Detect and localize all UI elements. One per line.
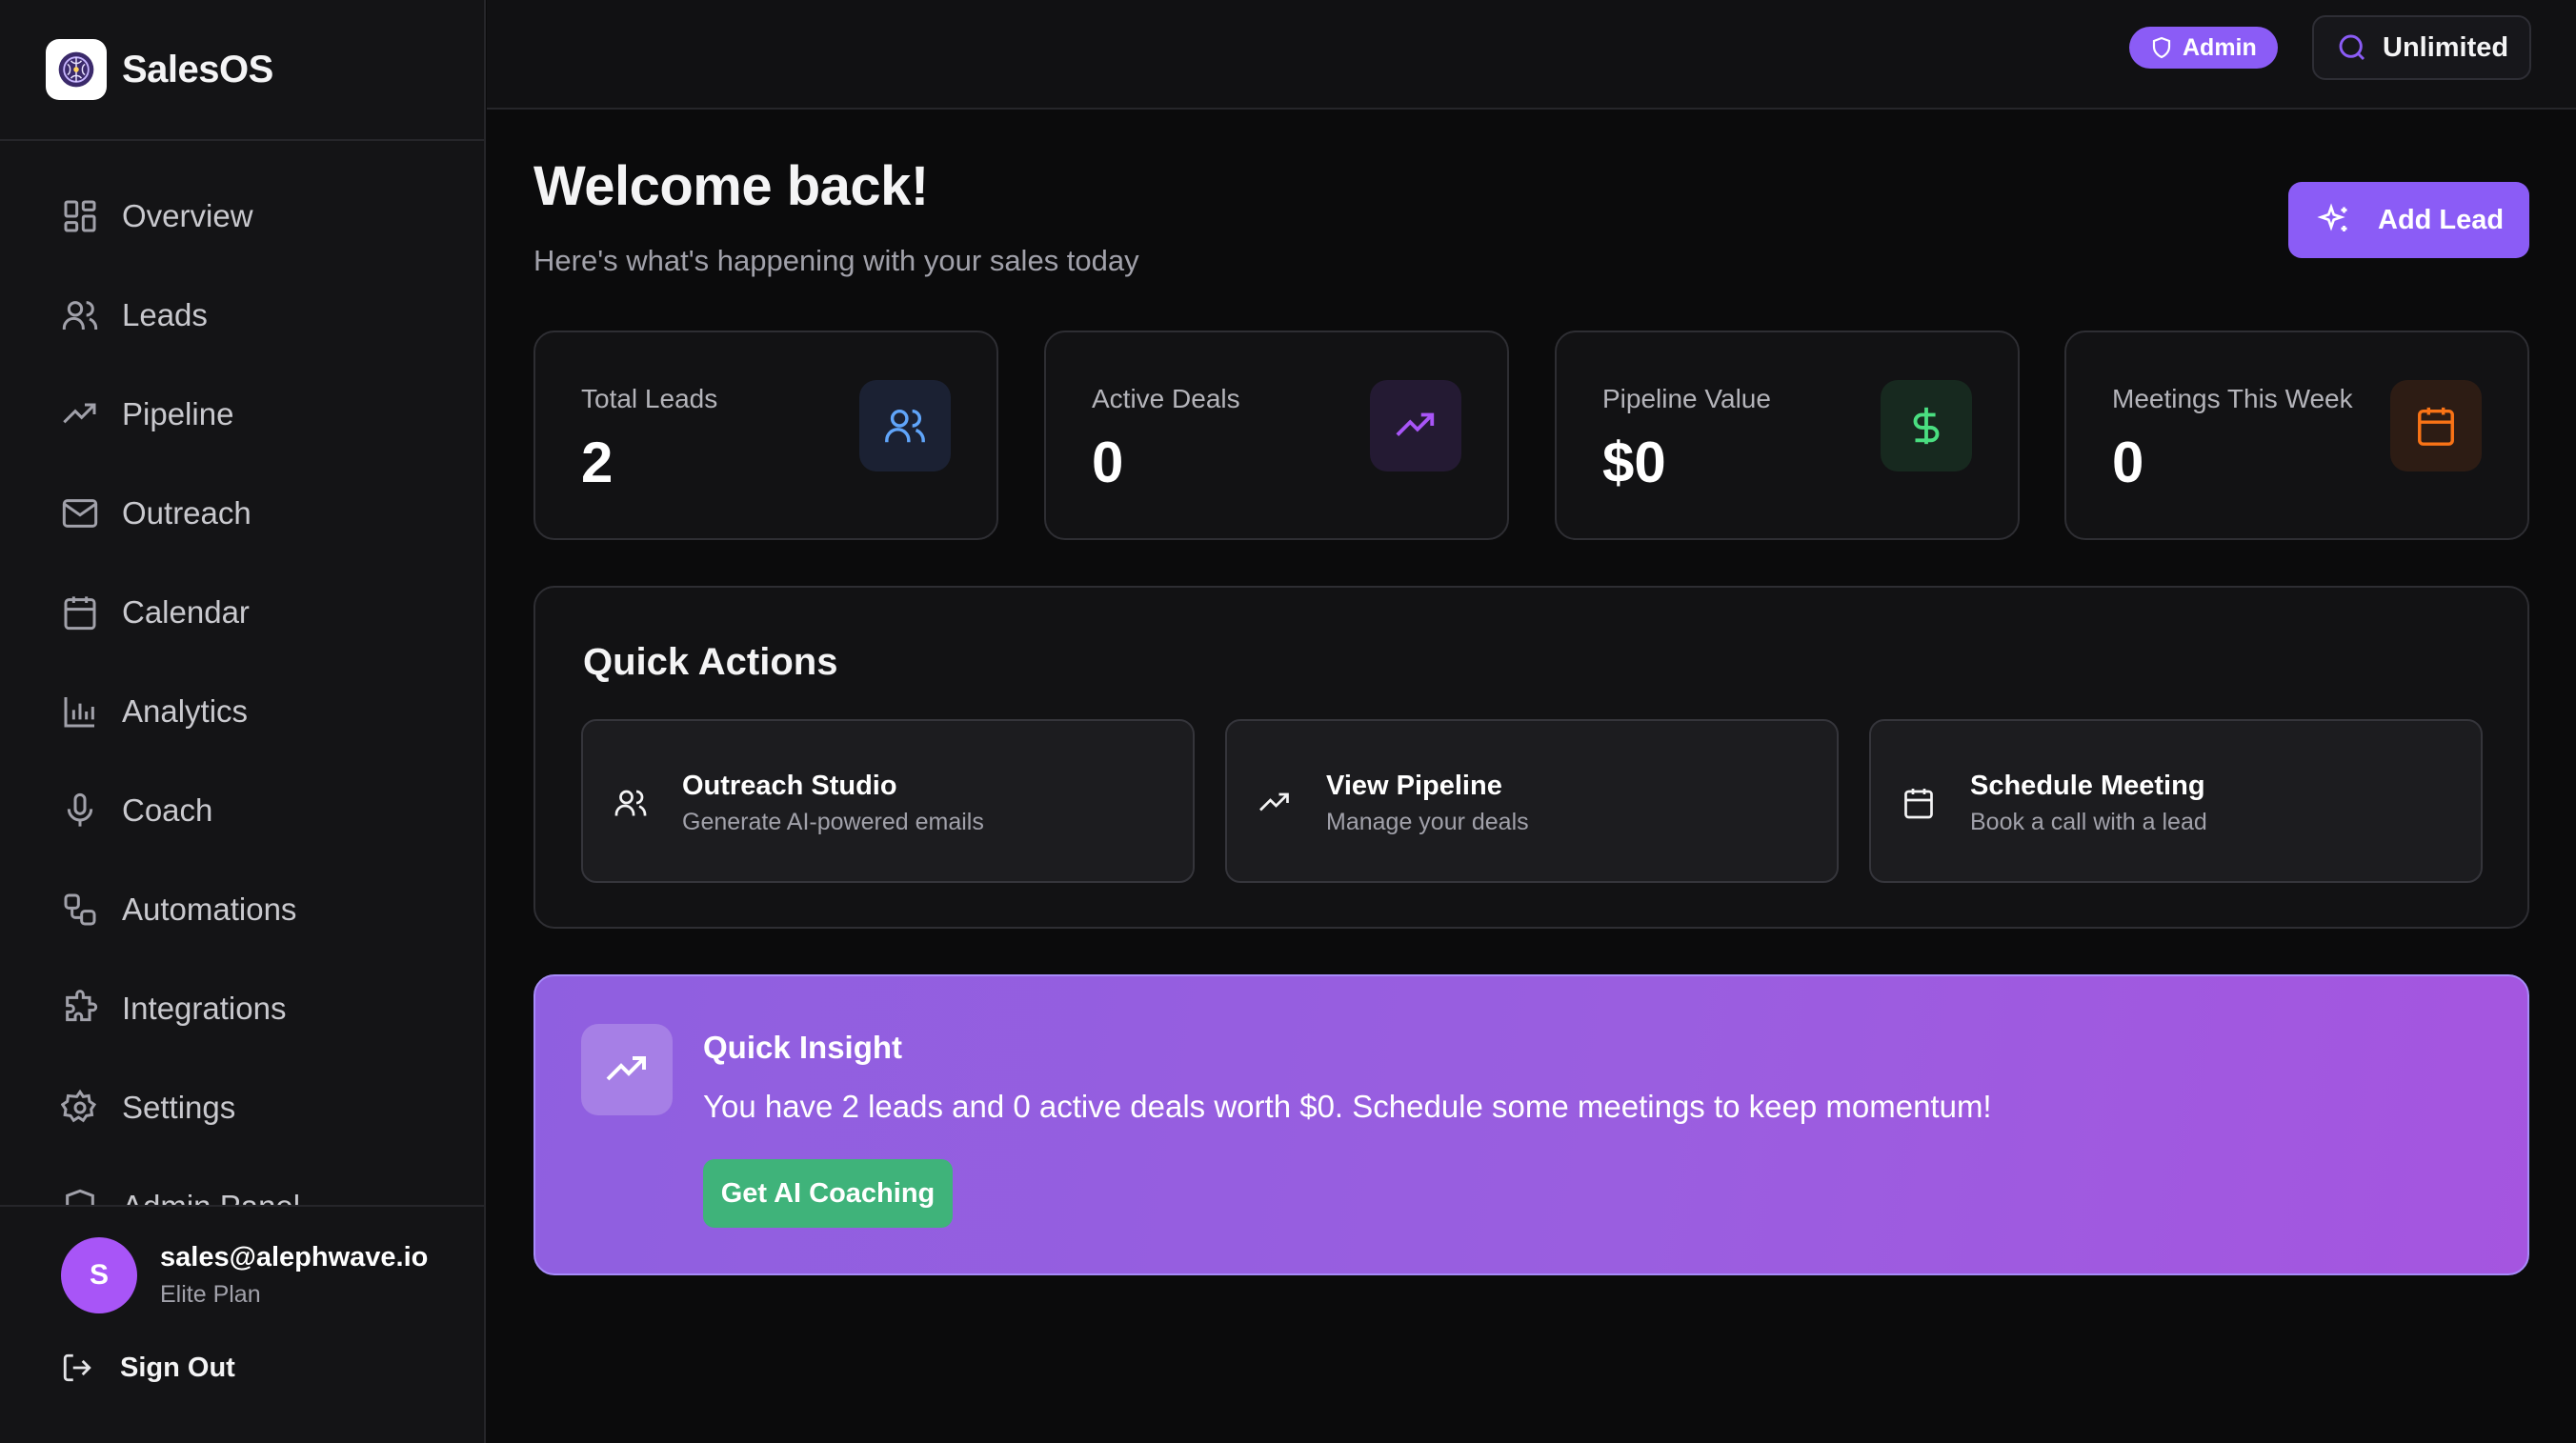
users-icon xyxy=(859,380,951,471)
shield-icon xyxy=(61,1188,99,1205)
sidebar-item-label: Outreach xyxy=(122,495,252,531)
trending-up-icon xyxy=(1370,380,1461,471)
quick-action-desc: Manage your deals xyxy=(1326,809,1529,835)
sidebar-item-pipeline[interactable]: Pipeline xyxy=(0,365,484,464)
stat-card-pipeline-value: Pipeline Value $0 xyxy=(1555,331,2020,540)
page-title: Welcome back! xyxy=(533,155,929,217)
sidebar-item-overview[interactable]: Overview xyxy=(0,167,484,266)
quick-actions-panel: Quick Actions Outreach Studio Generate A… xyxy=(533,586,2529,929)
trending-up-icon xyxy=(1258,786,1292,820)
brand[interactable]: SalesOS xyxy=(0,0,484,141)
sidebar-item-label: Overview xyxy=(122,198,253,233)
sidebar-item-label: Integrations xyxy=(122,991,287,1026)
sidebar-item-admin-panel[interactable]: Admin Panel xyxy=(0,1157,484,1205)
quick-insight-banner: Quick Insight You have 2 leads and 0 act… xyxy=(533,974,2529,1275)
schedule-meeting-button[interactable]: Schedule Meeting Book a call with a lead xyxy=(1869,719,2483,883)
stat-card-meetings: Meetings This Week 0 xyxy=(2064,331,2529,540)
sign-out-button[interactable]: Sign Out xyxy=(0,1313,484,1384)
sidebar-item-label: Automations xyxy=(122,892,297,927)
insight-title: Quick Insight xyxy=(703,1030,903,1065)
insight-text: You have 2 leads and 0 active deals wort… xyxy=(703,1089,1992,1124)
stat-value: $0 xyxy=(1602,431,1666,494)
grid-icon xyxy=(61,197,99,235)
user-email: sales@alephwave.io xyxy=(160,1242,429,1273)
user-profile[interactable]: S sales@alephwave.io Elite Plan xyxy=(0,1207,484,1313)
bar-chart-icon xyxy=(61,692,99,731)
sidebar-item-label: Leads xyxy=(122,297,208,332)
sidebar-item-label: Settings xyxy=(122,1090,236,1125)
get-ai-coaching-button[interactable]: Get AI Coaching xyxy=(703,1159,953,1228)
puzzle-icon xyxy=(61,990,99,1028)
outreach-studio-button[interactable]: Outreach Studio Generate AI-powered emai… xyxy=(581,719,1195,883)
stat-label: Total Leads xyxy=(581,384,718,413)
topbar: Admin Unlimited xyxy=(487,0,2576,110)
stat-card-active-deals: Active Deals 0 xyxy=(1044,331,1509,540)
trending-up-icon xyxy=(581,1024,673,1115)
quick-action-label: Outreach Studio xyxy=(682,771,897,801)
search-icon xyxy=(2337,32,2383,63)
sidebar: SalesOS Overview Leads Pipeline Outreach xyxy=(0,0,486,1443)
page-subtitle: Here's what's happening with your sales … xyxy=(533,244,1139,277)
stat-value: 0 xyxy=(2112,431,2144,494)
stat-value: 2 xyxy=(581,431,614,494)
sidebar-item-calendar[interactable]: Calendar xyxy=(0,563,484,662)
trending-up-icon xyxy=(61,395,99,433)
sidebar-item-analytics[interactable]: Analytics xyxy=(0,662,484,761)
quick-action-desc: Book a call with a lead xyxy=(1970,809,2207,835)
quick-actions-title: Quick Actions xyxy=(583,641,838,683)
stat-label: Active Deals xyxy=(1092,384,1240,413)
view-pipeline-button[interactable]: View Pipeline Manage your deals xyxy=(1225,719,1839,883)
user-meta: sales@alephwave.io Elite Plan xyxy=(160,1242,428,1309)
unlimited-button[interactable]: Unlimited xyxy=(2312,15,2531,80)
calendar-icon xyxy=(61,593,99,631)
admin-badge-label: Admin xyxy=(2183,33,2257,61)
dollar-icon xyxy=(1881,380,1972,471)
stat-label: Pipeline Value xyxy=(1602,384,1771,413)
users-icon xyxy=(614,786,648,820)
calendar-icon xyxy=(2390,380,2482,471)
unlimited-label: Unlimited xyxy=(2383,31,2509,63)
workflow-icon xyxy=(61,891,99,929)
stat-card-total-leads: Total Leads 2 xyxy=(533,331,998,540)
shield-icon xyxy=(2150,36,2183,59)
brain-logo-icon xyxy=(46,39,107,100)
sidebar-item-leads[interactable]: Leads xyxy=(0,266,484,365)
log-out-icon xyxy=(61,1352,93,1384)
user-panel: S sales@alephwave.io Elite Plan Sign Out xyxy=(0,1205,484,1443)
sidebar-item-label: Coach xyxy=(122,792,213,828)
quick-action-label: Schedule Meeting xyxy=(1970,771,2205,801)
sidebar-item-outreach[interactable]: Outreach xyxy=(0,464,484,563)
add-lead-label: Add Lead xyxy=(2378,204,2505,235)
mail-icon xyxy=(61,494,99,532)
quick-action-desc: Generate AI-powered emails xyxy=(682,809,984,835)
brand-name: SalesOS xyxy=(122,48,273,90)
calendar-icon xyxy=(1902,786,1936,820)
users-icon xyxy=(61,296,99,334)
add-lead-button[interactable]: Add Lead xyxy=(2288,182,2529,258)
sidebar-nav: Overview Leads Pipeline Outreach Calenda… xyxy=(0,167,484,1205)
sidebar-item-label: Admin Panel xyxy=(122,1189,300,1205)
gear-icon xyxy=(61,1089,99,1127)
sidebar-item-settings[interactable]: Settings xyxy=(0,1058,484,1157)
stat-value: 0 xyxy=(1092,431,1124,494)
avatar: S xyxy=(61,1237,137,1313)
stat-label: Meetings This Week xyxy=(2112,384,2353,413)
sidebar-item-integrations[interactable]: Integrations xyxy=(0,959,484,1058)
sidebar-item-label: Pipeline xyxy=(122,396,234,431)
sidebar-item-coach[interactable]: Coach xyxy=(0,761,484,860)
sidebar-item-label: Analytics xyxy=(122,693,249,729)
sparkles-icon xyxy=(2317,203,2378,237)
user-plan: Elite Plan xyxy=(160,1281,261,1308)
quick-action-label: View Pipeline xyxy=(1326,771,1502,801)
sign-out-label: Sign Out xyxy=(120,1352,235,1383)
microphone-icon xyxy=(61,792,99,830)
sidebar-item-automations[interactable]: Automations xyxy=(0,860,484,959)
admin-badge[interactable]: Admin xyxy=(2129,27,2278,69)
sidebar-item-label: Calendar xyxy=(122,594,250,630)
